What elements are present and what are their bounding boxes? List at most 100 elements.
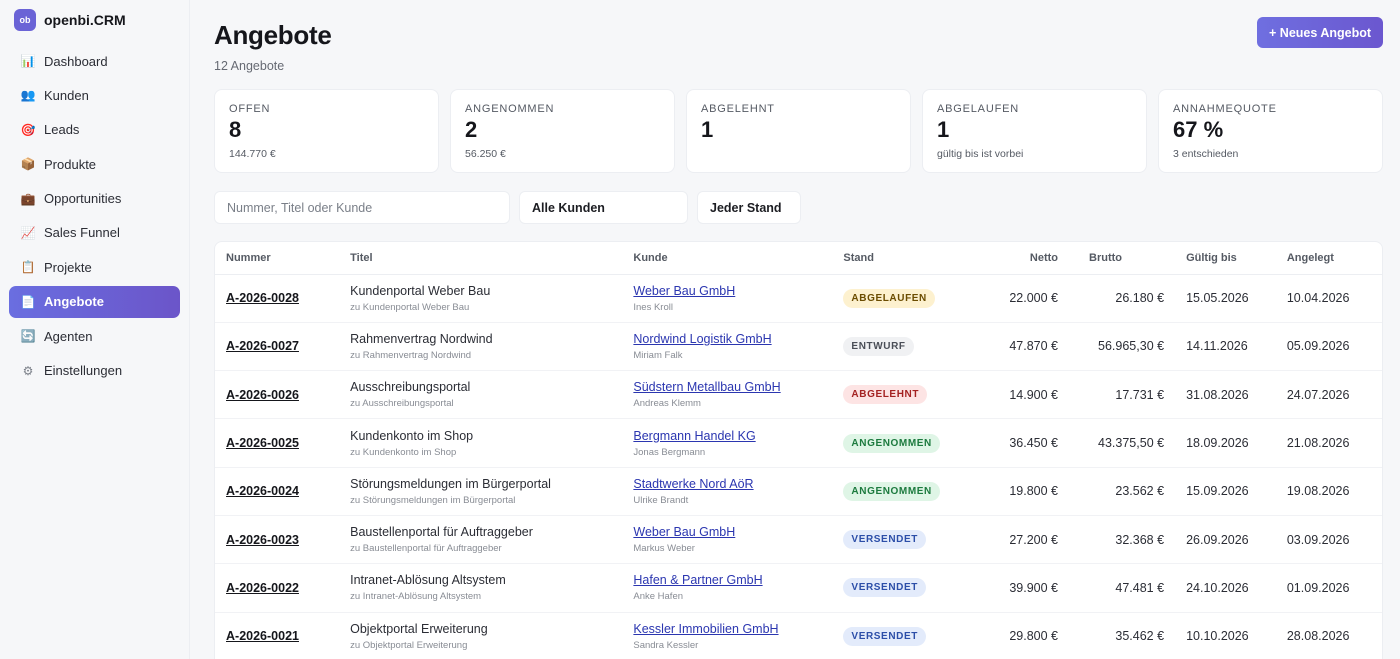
page-subtitle: 12 Angebote xyxy=(214,59,285,73)
status-cell: VERSENDET xyxy=(832,515,978,565)
offer-title-cell: Objektportal Erweiterung zu Objektportal … xyxy=(339,612,623,659)
sidebar-item-produkte[interactable]: 📦 Produkte xyxy=(9,148,180,180)
stat-card-annahmequote: ANNAHMEQUOTE 67 % 3 entschieden xyxy=(1158,89,1383,173)
column-header[interactable]: Kunde xyxy=(622,242,833,275)
table-row[interactable]: A-2026-0025 Kundenkonto im Shop zu Kundenk… xyxy=(215,418,1382,468)
status-badge: VERSENDET xyxy=(843,578,926,598)
search-input[interactable] xyxy=(227,200,497,215)
customer-cell: Kessler Immobilien GmbH Sandra Kessler xyxy=(622,612,833,659)
valid-until: 14.11.2026 xyxy=(1175,322,1276,372)
net-amount: 19.800 € xyxy=(977,467,1069,516)
customer-link[interactable]: Weber Bau GmbH xyxy=(633,525,821,539)
sidebar-item-opportunities[interactable]: 💼 Opportunities xyxy=(9,183,180,215)
sidebar-item-agenten[interactable]: 🔄 Agenten xyxy=(9,320,180,352)
customer-link[interactable]: Nordwind Logistik GmbH xyxy=(633,332,821,346)
sidebar-item-einstellungen[interactable]: ⚙ Einstellungen xyxy=(9,355,180,387)
status-badge: ANGENOMMEN xyxy=(843,433,940,453)
status-cell: VERSENDET xyxy=(832,563,978,613)
offer-title-cell: Baustellenportal für Auftraggeber zu Baus… xyxy=(339,515,623,565)
customer-link[interactable]: Hafen & Partner GmbH xyxy=(633,573,821,587)
stat-card-abgelehnt: ABGELEHNT 1 xyxy=(686,89,911,173)
offer-title-cell: Kundenportal Weber Bau zu Kundenportal We… xyxy=(339,274,623,323)
sidebar-item-kunden[interactable]: 👥 Kunden xyxy=(9,79,180,111)
sidebar-item-angebote[interactable]: 📄 Angebote xyxy=(9,285,180,318)
customer-link[interactable]: Bergmann Handel KG xyxy=(633,429,821,443)
offer-title-sub: zu Intranet-Ablösung Altsystem xyxy=(350,591,482,603)
table-row[interactable]: A-2026-0028 Kundenportal Weber Bau zu Kund… xyxy=(215,274,1382,323)
offer-title: Störungsmeldungen im Bürgerportal xyxy=(350,476,551,491)
offer-title-cell: Intranet-Ablösung Altsystem zu Intranet-A… xyxy=(339,563,623,613)
clipboard-icon: 📋 xyxy=(20,260,36,275)
sidebar-item-label: Angebote xyxy=(44,294,104,310)
table-row[interactable]: A-2026-0023 Baustellenportal für Auftragg… xyxy=(215,515,1382,565)
offer-number-link[interactable]: A-2026-0027 xyxy=(215,322,340,372)
table-row[interactable]: A-2026-0024 Störungsmeldungen im Bürgerpo… xyxy=(215,467,1382,516)
sidebar-item-dashboard[interactable]: 📊 Dashboard xyxy=(9,45,180,77)
app: ob openbi.CRM 📊 Dashboard 👥 Kunden 🎯 Leads 📦 Pr… xyxy=(0,0,1400,659)
sidebar-item-leads[interactable]: 🎯 Leads xyxy=(9,114,180,146)
offer-number-link[interactable]: A-2026-0025 xyxy=(215,418,340,468)
status-cell: ENTWURF xyxy=(832,322,978,372)
brand[interactable]: ob openbi.CRM xyxy=(9,8,180,32)
offer-title-cell: Rahmenvertrag Nordwind zu Rahmenvertrag N… xyxy=(339,322,623,372)
offer-number-link[interactable]: A-2026-0026 xyxy=(215,370,340,420)
column-header[interactable]: Stand xyxy=(832,242,978,275)
search-field-wrap xyxy=(214,191,510,224)
customer-link[interactable]: Weber Bau GmbH xyxy=(633,284,821,298)
table-row[interactable]: A-2026-0027 Rahmenvertrag Nordwind zu Rahm… xyxy=(215,322,1382,372)
offer-title-sub: zu Störungsmeldungen im Bürgerportal xyxy=(350,494,516,506)
column-header[interactable]: Nummer xyxy=(215,242,340,275)
offer-number-link[interactable]: A-2026-0022 xyxy=(215,563,340,613)
offer-number-link[interactable]: A-2026-0021 xyxy=(215,612,340,659)
net-amount: 36.450 € xyxy=(977,418,1069,468)
stat-value: 2 xyxy=(465,117,478,142)
customer-contact: Ulrike Brandt xyxy=(633,494,689,506)
offer-number-link[interactable]: A-2026-0024 xyxy=(215,467,340,516)
offer-title-cell: Kundenkonto im Shop zu Kundenkonto im Sho… xyxy=(339,418,623,468)
offer-number-link[interactable]: A-2026-0023 xyxy=(215,515,340,565)
sidebar-item-sales-funnel[interactable]: 📈 Sales Funnel xyxy=(9,217,180,249)
column-header[interactable]: Titel xyxy=(339,242,623,275)
offer-title-cell: Störungsmeldungen im Bürgerportal zu Stör… xyxy=(339,467,623,516)
offer-number-link[interactable]: A-2026-0028 xyxy=(215,274,340,323)
new-offer-button[interactable]: + Neues Angebot xyxy=(1257,17,1383,48)
customer-cell: Bergmann Handel KG Jonas Bergmann xyxy=(622,418,833,468)
customer-link[interactable]: Südstern Metallbau GmbH xyxy=(633,380,821,394)
column-header[interactable]: Netto xyxy=(977,242,1069,275)
customer-filter-select[interactable]: Alle Kunden xyxy=(519,191,688,224)
valid-until: 15.05.2026 xyxy=(1175,274,1276,323)
customer-link[interactable]: Kessler Immobilien GmbH xyxy=(633,622,821,636)
status-badge: ENTWURF xyxy=(843,336,914,356)
stat-card-abgelaufen: ABGELAUFEN 1 gültig bis ist vorbei xyxy=(922,89,1147,173)
sidebar-item-projekte[interactable]: 📋 Projekte xyxy=(9,251,180,283)
offer-title-sub: zu Objektportal Erweiterung xyxy=(350,639,468,651)
status-badge: VERSENDET xyxy=(843,530,926,550)
sidebar: ob openbi.CRM 📊 Dashboard 👥 Kunden 🎯 Leads 📦 Pr… xyxy=(0,0,190,659)
valid-until: 10.10.2026 xyxy=(1175,612,1276,659)
status-cell: ABGELAUFEN xyxy=(832,274,978,323)
column-header[interactable]: Gültig bis xyxy=(1175,242,1276,275)
offer-title: Ausschreibungsportal xyxy=(350,380,471,395)
sidebar-item-label: Leads xyxy=(44,122,80,138)
status-cell: VERSENDET xyxy=(832,612,978,659)
table-row[interactable]: A-2026-0021 Objektportal Erweiterung zu Ob… xyxy=(215,612,1382,659)
document-icon: 📄 xyxy=(20,294,36,309)
stat-label: ABGELEHNT xyxy=(701,103,775,115)
customer-link[interactable]: Stadtwerke Nord AöR xyxy=(633,477,821,491)
page-title: Angebote xyxy=(214,20,332,50)
table-row[interactable]: A-2026-0026 Ausschreibungsportal zu Aussch… xyxy=(215,370,1382,420)
customer-contact: Sandra Kessler xyxy=(633,639,699,651)
bar-chart-icon: 📊 xyxy=(20,54,36,68)
net-amount: 29.800 € xyxy=(977,612,1069,659)
column-header[interactable]: Angelegt xyxy=(1275,242,1382,275)
stat-sub: 56.250 € xyxy=(465,148,506,160)
customer-cell: Weber Bau GmbH Ines Kroll xyxy=(622,274,833,323)
valid-until: 18.09.2026 xyxy=(1175,418,1276,468)
stat-value: 1 xyxy=(701,117,714,142)
offer-title: Kundenkonto im Shop xyxy=(350,428,474,443)
status-filter-select[interactable]: Jeder Stand xyxy=(697,191,801,224)
table-row[interactable]: A-2026-0022 Intranet-Ablösung Altsystem zu… xyxy=(215,563,1382,613)
offers-table: Nummer Titel Kunde Stand Netto Brutto Gültig b… xyxy=(215,242,1382,659)
filter-bar: Alle Kunden Jeder Stand xyxy=(214,191,1383,224)
column-header[interactable]: Brutto xyxy=(1069,242,1176,275)
